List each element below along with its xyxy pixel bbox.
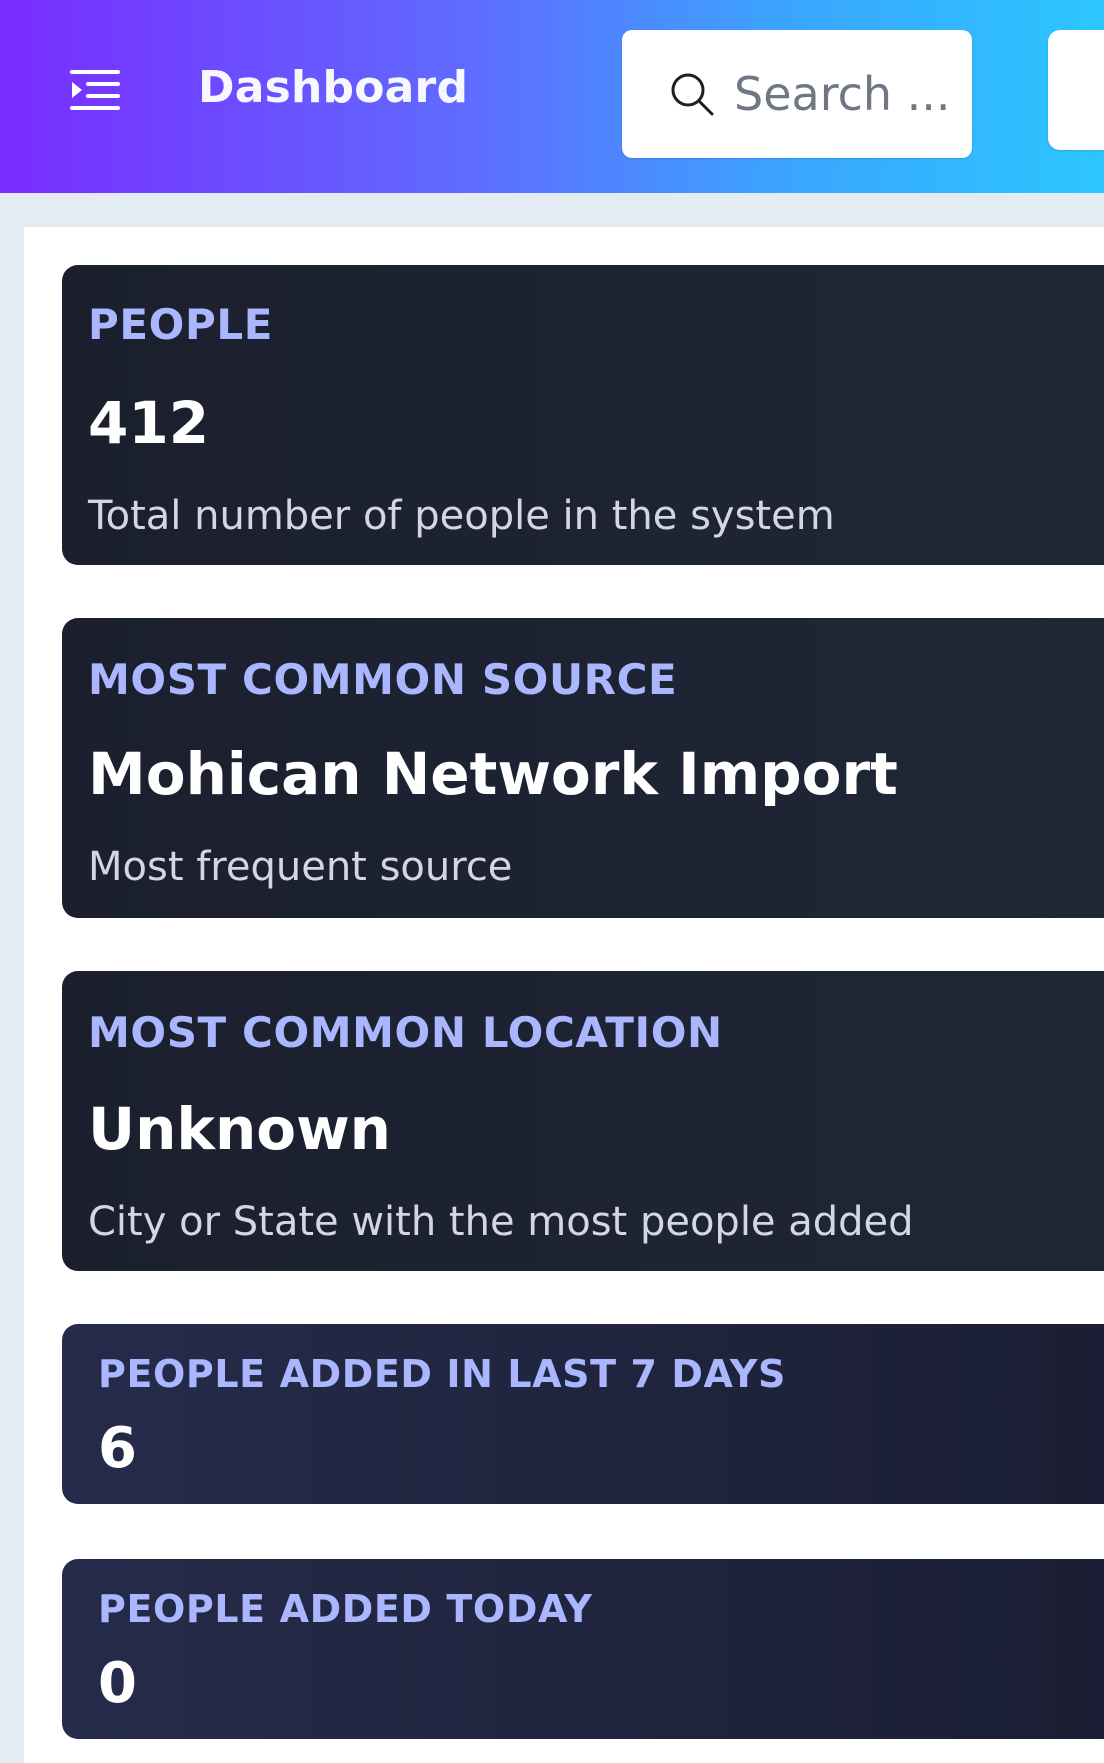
search-icon: [668, 70, 716, 118]
stat-card-people: PEOPLE 412 Total number of people in the…: [62, 265, 1104, 565]
page-title: Dashboard: [198, 62, 469, 113]
menu-toggle-button[interactable]: [60, 60, 130, 120]
card-description: Total number of people in the system: [88, 493, 835, 539]
card-label: MOST COMMON SOURCE: [88, 655, 678, 704]
stat-card-people-added-last-7-days: PEOPLE ADDED IN LAST 7 DAYS 6: [62, 1324, 1104, 1504]
search-input[interactable]: [732, 63, 976, 125]
stat-card-most-common-location: MOST COMMON LOCATION Unknown City or Sta…: [62, 971, 1104, 1271]
header-right-control[interactable]: [1048, 30, 1104, 150]
stat-card-most-common-source: MOST COMMON SOURCE Mohican Network Impor…: [62, 618, 1104, 918]
card-description: City or State with the most people added: [88, 1199, 914, 1245]
search-box[interactable]: [622, 30, 976, 158]
card-label: MOST COMMON LOCATION: [88, 1008, 723, 1057]
stat-card-people-added-today: PEOPLE ADDED TODAY 0: [62, 1559, 1104, 1739]
card-value: 0: [98, 1651, 137, 1716]
dashboard-content: PEOPLE 412 Total number of people in the…: [24, 227, 1104, 1763]
menu-indent-icon: [70, 70, 120, 110]
card-label: PEOPLE: [88, 300, 274, 349]
card-value: Unknown: [88, 1095, 391, 1163]
card-label: PEOPLE ADDED IN LAST 7 DAYS: [98, 1352, 786, 1396]
card-value: Mohican Network Import: [88, 740, 898, 808]
card-label: PEOPLE ADDED TODAY: [98, 1587, 593, 1631]
top-app-bar: Dashboard: [0, 0, 1104, 193]
card-value: 412: [88, 389, 210, 457]
card-value: 6: [98, 1416, 137, 1481]
card-description: Most frequent source: [88, 844, 513, 890]
